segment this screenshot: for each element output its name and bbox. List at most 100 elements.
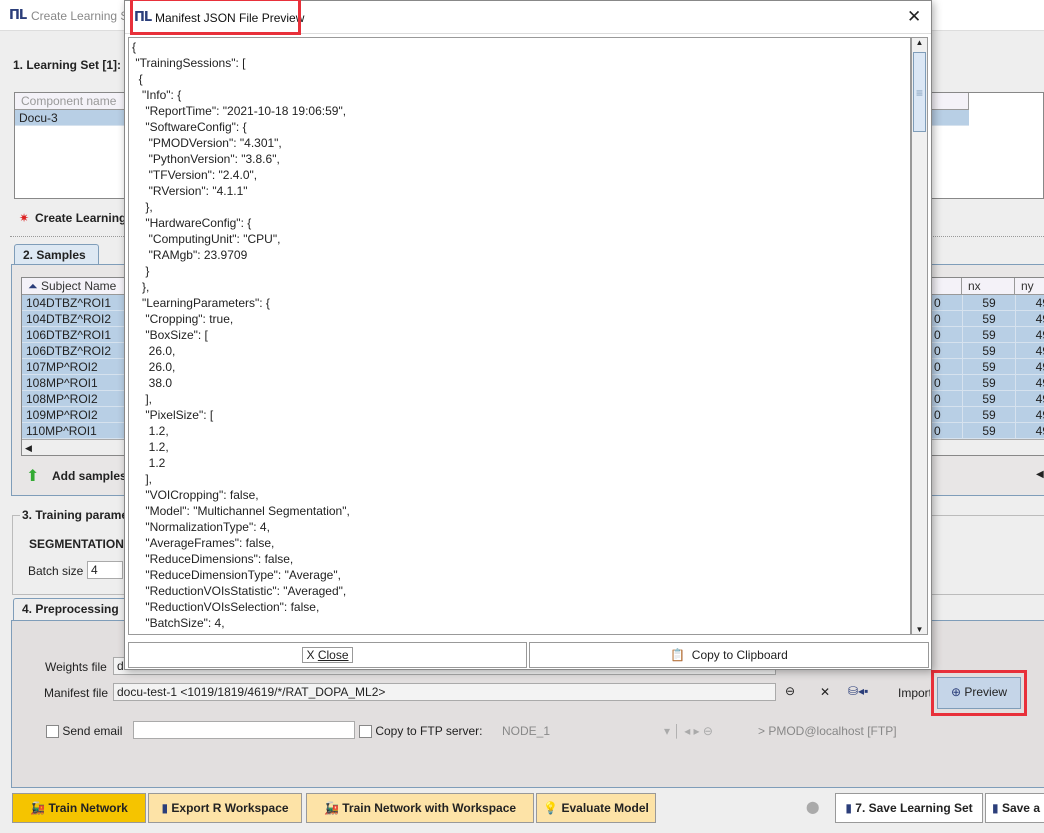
save-icon: ▮	[161, 801, 169, 815]
send-email-checkbox[interactable]	[46, 725, 59, 739]
json-line: "LearningParameters": {	[132, 296, 270, 310]
browse-icon[interactable]: ⊖	[785, 684, 795, 698]
database-import-icon[interactable]: ⛁◂▪	[848, 684, 868, 698]
json-line: 26.0,	[132, 360, 176, 374]
clipboard-icon: 📋	[670, 648, 686, 662]
json-line: "TFVersion": "2.4.0",	[132, 168, 258, 182]
json-line: "BatchSize": 4,	[132, 616, 225, 630]
json-line: "AverageFrames": false,	[132, 536, 275, 550]
json-line: "ReductionVOIsSelection": false,	[132, 600, 320, 614]
status-icon: ⬤	[806, 800, 820, 814]
partial-col-cell: 0	[934, 424, 941, 438]
scroll-left-icon[interactable]: ◀	[1036, 469, 1044, 480]
json-line: "VOICropping": false,	[132, 488, 259, 502]
save-icon: ▮	[845, 801, 852, 815]
nx-cell: 59	[962, 311, 1015, 327]
nx-cell: 59	[962, 295, 1015, 311]
json-line: ],	[132, 472, 153, 486]
nx-cell: 59	[962, 343, 1015, 359]
ny-cell: 49	[1015, 375, 1044, 391]
json-line: "ReduceDimensions": false,	[132, 552, 294, 566]
email-input[interactable]	[133, 721, 355, 739]
export-r-workspace-button[interactable]: ▮ Export R Workspace	[148, 793, 302, 823]
json-line: {	[132, 72, 143, 86]
ny-cell: 49	[1015, 407, 1044, 423]
manifest-file-label: Manifest file	[44, 686, 109, 700]
subject-name: 108MP^ROI1	[26, 376, 98, 390]
window-title: Create Learning S	[31, 9, 129, 23]
subject-name: 108MP^ROI2	[26, 392, 98, 406]
vertical-scrollbar[interactable]: ▲ ≡ ▼	[911, 37, 928, 635]
subject-name: 107MP^ROI2	[26, 360, 98, 374]
ftp-nav-icons[interactable]: ▾ │ ◂ ▸ ⊖	[664, 724, 713, 738]
subject-name: 109MP^ROI2	[26, 408, 98, 422]
nx-cell: 59	[962, 423, 1015, 439]
subject-name: 106DTBZ^ROI2	[26, 344, 111, 358]
json-line: "Info": {	[132, 88, 182, 102]
subject-name: 110MP^ROI1	[26, 424, 97, 438]
nx-cell: 59	[962, 359, 1015, 375]
scroll-thumb[interactable]: ≡	[913, 52, 926, 132]
ny-cell: 49	[1015, 327, 1044, 343]
json-line: "SoftwareConfig": {	[132, 120, 247, 134]
partial-col-cell: 0	[934, 296, 941, 310]
close-button[interactable]: X Close	[128, 642, 527, 668]
save-learning-set-button[interactable]: ▮ 7. Save Learning Set	[835, 793, 983, 823]
import-label[interactable]: Import	[898, 686, 930, 700]
manifest-preview-dialog: ΠL Manifest JSON File Preview ✕ { "Train…	[124, 0, 932, 670]
json-line: 1.2	[132, 456, 166, 470]
nx-cell: 59	[962, 327, 1015, 343]
partial-col-cell: 0	[934, 360, 941, 374]
json-line: "ReportTime": "2021-10-18 19:06:59",	[132, 104, 347, 118]
json-line: {	[132, 40, 137, 54]
json-line: 1.2,	[132, 424, 169, 438]
json-line: "PythonVersion": "3.8.6",	[132, 152, 280, 166]
ftp-checkbox[interactable]	[359, 725, 372, 739]
json-line: "RAMgb": 23.9709	[132, 248, 248, 262]
ny-header[interactable]: ny	[1015, 278, 1044, 295]
ny-cell: 49	[1015, 391, 1044, 407]
clear-icon[interactable]: ✕	[820, 685, 830, 699]
json-line: "PixelSize": [	[132, 408, 214, 422]
json-line: "BoxSize": [	[132, 328, 208, 342]
evaluate-model-button[interactable]: 💡 Evaluate Model	[536, 793, 656, 823]
json-line: ],	[132, 392, 153, 406]
train-network-button[interactable]: 🚂 Train Network	[12, 793, 146, 823]
x-icon: X	[306, 648, 315, 662]
manifest-file-input[interactable]: docu-test-1 <1019/1819/4619/*/RAT_DOPA_M…	[113, 683, 776, 701]
tab-preprocessing[interactable]: 4. Preprocessing	[13, 598, 128, 620]
json-text-area[interactable]: { "TrainingSessions": [ { "Info": { "Rep…	[128, 37, 911, 635]
batch-size-input[interactable]: 4	[87, 561, 123, 579]
ny-cell: 49	[1015, 311, 1044, 327]
pmod-logo-icon: ΠL	[9, 8, 27, 23]
json-line: "ReductionVOIsStatistic": "Averaged",	[132, 584, 347, 598]
send-email-row: Send email	[46, 724, 122, 739]
subject-name: 104DTBZ^ROI2	[26, 312, 111, 326]
partial-col-cell: 0	[934, 376, 941, 390]
close-icon[interactable]: ✕	[907, 7, 921, 27]
json-line: 38.0	[132, 376, 173, 390]
json-line: "HardwareConfig": {	[132, 216, 252, 230]
copy-to-clipboard-button[interactable]: 📋 Copy to Clipboard	[529, 642, 929, 668]
train-with-workspace-button[interactable]: 🚂 Train Network with Workspace	[306, 793, 534, 823]
create-learning-button[interactable]: Create Learning	[35, 211, 126, 225]
ny-cell: 49	[1015, 295, 1044, 311]
ny-cell: 49	[1015, 359, 1044, 375]
json-line: "Cropping": true,	[132, 312, 234, 326]
partial-col-cell: 0	[934, 312, 941, 326]
json-line: "Model": "Multichannel Segmentation",	[132, 504, 350, 518]
save-as-button[interactable]: ▮ Save a	[985, 793, 1044, 823]
json-line: 26.0,	[132, 344, 176, 358]
nx-cell: 59	[962, 407, 1015, 423]
add-samples-button[interactable]: Add samples	[52, 469, 127, 483]
sparkle-icon: ✷	[19, 211, 30, 225]
lightbulb-icon: 💡	[543, 801, 559, 815]
json-line: },	[132, 200, 153, 214]
nx-cell: 59	[962, 391, 1015, 407]
ftp-server-select[interactable]: NODE_1	[502, 724, 550, 738]
json-line: }	[132, 264, 150, 278]
nx-header[interactable]: nx	[962, 278, 1015, 295]
json-line: "NormalizationType": 4,	[132, 520, 270, 534]
weights-file-label: Weights file	[45, 660, 107, 674]
tab-samples[interactable]: 2. Samples	[14, 244, 99, 265]
